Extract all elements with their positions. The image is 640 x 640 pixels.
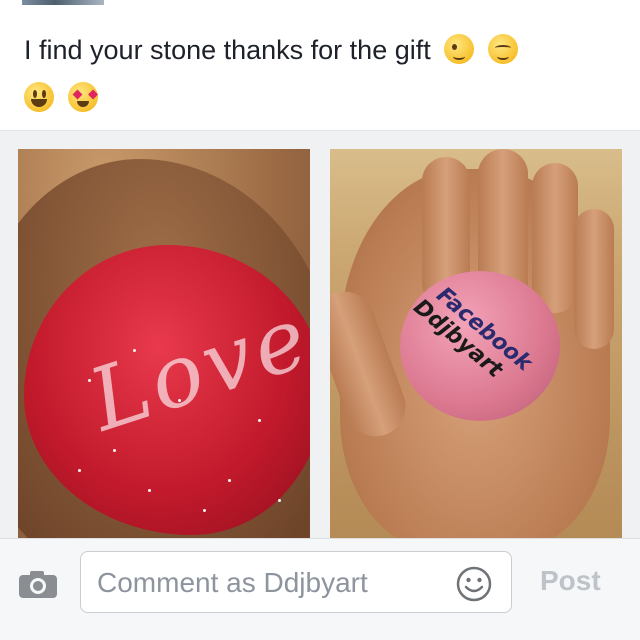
post-button[interactable]: Post <box>540 565 601 597</box>
comment-input[interactable]: Comment as Ddjbyart <box>80 551 512 613</box>
comment-bar: Comment as Ddjbyart Post <box>0 538 640 640</box>
grinning-face-icon <box>24 82 54 112</box>
photo-grid: Love Facebook Ddjbyart <box>0 131 640 538</box>
post-text: I find your stone thanks for the gift <box>24 35 431 65</box>
comment-placeholder: Comment as Ddjbyart <box>97 567 368 598</box>
post-view: I find your stone thanks for the gift Lo… <box>0 0 640 640</box>
photo-red-stone[interactable]: Love <box>18 149 310 538</box>
camera-icon[interactable] <box>18 569 58 599</box>
post-body: I find your stone thanks for the gift <box>24 26 604 122</box>
avatar[interactable] <box>22 0 104 5</box>
heart-eyes-face-icon <box>67 82 98 112</box>
winking-face-icon <box>444 34 475 64</box>
smiling-face-icon <box>487 34 518 64</box>
photo-pink-stone[interactable]: Facebook Ddjbyart <box>330 149 622 538</box>
smiley-icon[interactable] <box>455 565 493 603</box>
